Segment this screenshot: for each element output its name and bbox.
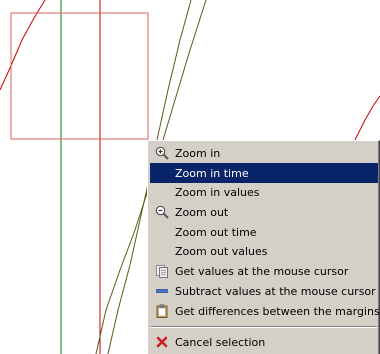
menu-item-cancel-selection[interactable]: Cancel selection [150,332,378,352]
minus-icon [150,281,174,301]
trace-red-right [354,95,380,141]
menu-label: Zoom in [175,146,221,160]
menu-label: Zoom out [175,205,229,219]
zoom-in-icon [150,143,174,163]
menu-item-zoom-in-time[interactable]: Zoom in time [150,163,378,183]
menu-label: Subtract values at the mouse cursor [175,284,376,298]
menu-label: Zoom out time [175,225,257,239]
menu-item-zoom-out-values[interactable]: Zoom out values [150,241,378,261]
menu-separator [151,326,377,328]
menu-label: Zoom in time [175,166,249,180]
context-menu: Zoom in Zoom in time Zoom in values Zoom… [147,140,380,354]
selection-rectangle[interactable] [10,12,149,140]
menu-label: Zoom in values [175,185,260,199]
menu-item-zoom-in[interactable]: Zoom in [150,143,378,163]
cancel-icon [150,332,174,352]
menu-item-subtract-values[interactable]: Subtract values at the mouse cursor [150,281,378,301]
copy-values-icon [150,261,174,281]
menu-item-zoom-in-values[interactable]: Zoom in values [150,182,378,202]
clipboard-icon [150,301,174,321]
menu-item-zoom-out[interactable]: Zoom out [150,202,378,222]
menu-label: Get values at the mouse cursor [175,264,349,278]
menu-label: Zoom out values [175,244,268,258]
menu-item-get-differences[interactable]: Get differences between the margins [150,301,380,321]
zoom-out-icon [150,202,174,222]
menu-label: Get differences between the margins [175,304,380,318]
menu-item-zoom-out-time[interactable]: Zoom out time [150,222,378,242]
menu-item-get-values[interactable]: Get values at the mouse cursor [150,261,378,281]
menu-label: Cancel selection [175,335,266,349]
